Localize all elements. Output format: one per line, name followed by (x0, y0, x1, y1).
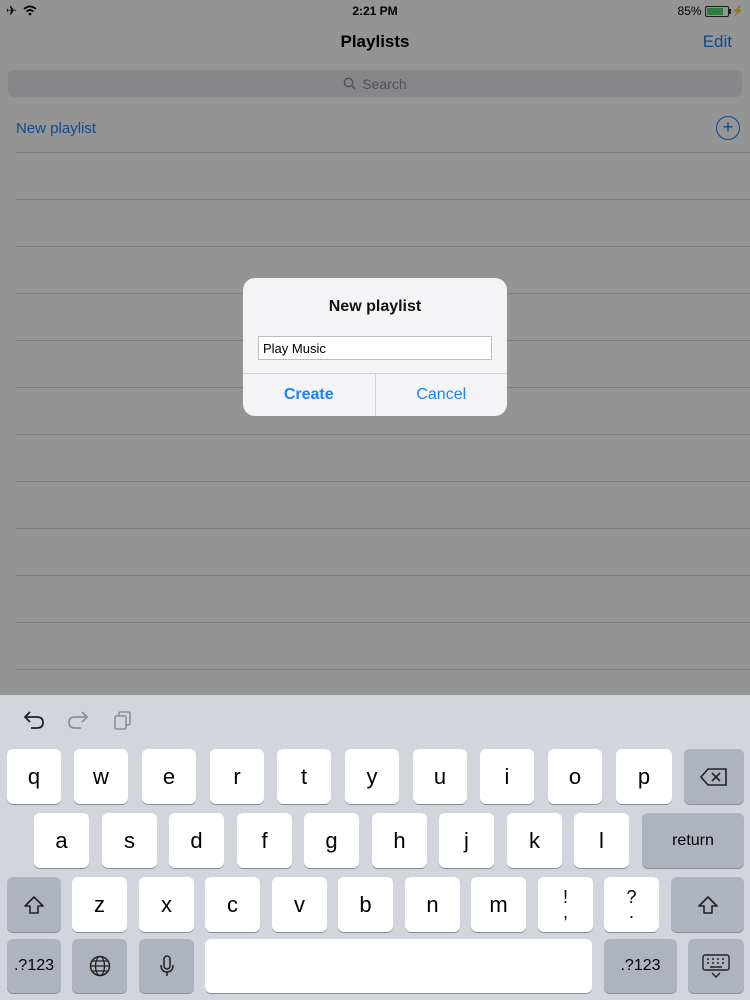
numbers-key-right[interactable]: .?123 (604, 939, 677, 993)
key-e[interactable]: e (142, 749, 196, 804)
key-y[interactable]: y (345, 749, 399, 804)
key-w[interactable]: w (74, 749, 128, 804)
shift-icon (24, 895, 44, 914)
keyboard-hide-icon (702, 954, 730, 978)
create-button[interactable]: Create (243, 374, 375, 416)
numbers-key-left[interactable]: .?123 (7, 939, 61, 993)
cancel-button[interactable]: Cancel (374, 374, 508, 416)
key-n[interactable]: n (405, 877, 460, 932)
keyboard-shortcut-bar (0, 695, 750, 745)
paste-icon[interactable] (111, 709, 135, 731)
key-p[interactable]: p (616, 749, 672, 804)
globe-key[interactable] (72, 939, 127, 993)
key-l[interactable]: l (574, 813, 629, 868)
key-k[interactable]: k (507, 813, 562, 868)
key-o[interactable]: o (548, 749, 602, 804)
undo-icon[interactable] (22, 709, 46, 731)
key-q[interactable]: q (7, 749, 61, 804)
redo-icon[interactable] (66, 709, 90, 731)
shift-key-right[interactable] (671, 877, 744, 932)
dialog-title: New playlist (328, 298, 422, 315)
key-f[interactable]: f (237, 813, 292, 868)
key-exclamation-comma[interactable]: ! , (538, 877, 593, 932)
key-x[interactable]: x (139, 877, 194, 932)
return-key[interactable]: return (642, 813, 744, 868)
key-d[interactable]: d (169, 813, 224, 868)
key-u[interactable]: u (413, 749, 467, 804)
globe-icon (89, 955, 110, 977)
keyboard: q w e r t y u i o p a s d f g h j k l re… (0, 695, 750, 1000)
key-v[interactable]: v (272, 877, 327, 932)
new-playlist-dialog: New playlist Create Cancel (243, 278, 507, 416)
dialog-buttons: Create Cancel (243, 373, 507, 416)
dictation-key[interactable] (139, 939, 194, 993)
key-j[interactable]: j (439, 813, 494, 868)
key-question-period[interactable]: ? . (604, 877, 659, 932)
backspace-key[interactable] (684, 749, 744, 804)
key-m[interactable]: m (471, 877, 526, 932)
playlist-name-input[interactable] (258, 336, 492, 360)
key-z[interactable]: z (72, 877, 127, 932)
key-c[interactable]: c (205, 877, 260, 932)
key-bottom-char: . (628, 901, 634, 922)
key-i[interactable]: i (480, 749, 534, 804)
key-h[interactable]: h (372, 813, 427, 868)
backspace-icon (699, 767, 727, 786)
key-g[interactable]: g (304, 813, 359, 868)
key-bottom-char: , (562, 901, 568, 922)
microphone-icon (159, 955, 174, 976)
key-a[interactable]: a (34, 813, 89, 868)
space-key[interactable] (205, 939, 592, 993)
key-b[interactable]: b (338, 877, 393, 932)
key-r[interactable]: r (210, 749, 264, 804)
key-t[interactable]: t (277, 749, 331, 804)
key-s[interactable]: s (102, 813, 157, 868)
shift-icon (697, 895, 718, 914)
shift-key-left[interactable] (7, 877, 61, 932)
dismiss-keyboard-key[interactable] (688, 939, 744, 993)
